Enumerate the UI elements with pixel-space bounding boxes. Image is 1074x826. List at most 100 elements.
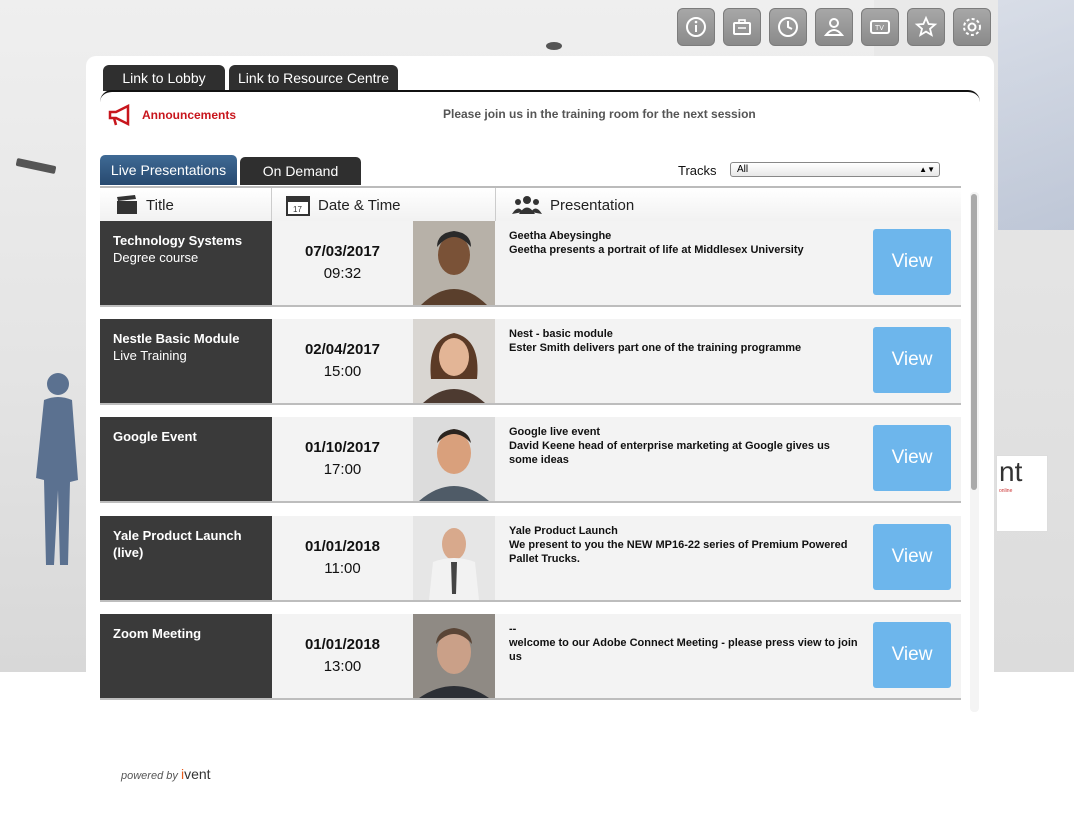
ceiling-light bbox=[546, 42, 562, 50]
session-datetime: 02/04/2017 15:00 bbox=[272, 319, 413, 403]
announcements-label: Announcements bbox=[142, 108, 237, 122]
announcements: Announcements bbox=[108, 104, 236, 126]
scrollbar-thumb[interactable] bbox=[971, 194, 977, 490]
session-datetime: 01/01/2018 13:00 bbox=[272, 614, 413, 698]
session-title-cell: Nestle Basic Module Live Training bbox=[100, 319, 272, 403]
session-date: 01/01/2018 bbox=[304, 538, 381, 555]
session-title: Google Event bbox=[113, 429, 197, 444]
column-datetime: 17 Date & Time bbox=[272, 188, 496, 222]
user-icon bbox=[823, 18, 845, 36]
presentation-description: We present to you the NEW MP16-22 series… bbox=[509, 539, 848, 565]
session-time: 11:00 bbox=[324, 560, 361, 577]
session-date: 02/04/2017 bbox=[304, 341, 381, 358]
presenter-photo bbox=[413, 516, 495, 600]
column-presentation: Presentation bbox=[496, 188, 961, 222]
tv-icon: TV bbox=[870, 20, 890, 34]
column-presentation-label: Presentation bbox=[550, 196, 635, 214]
briefcase-icon bbox=[733, 19, 751, 35]
table-row: Yale Product Launch (live) 01/01/2018 11… bbox=[100, 516, 961, 602]
table-row: Google Event 01/10/2017 17:00 Google liv… bbox=[100, 417, 961, 503]
session-title-cell: Zoom Meeting bbox=[100, 614, 272, 698]
column-title: Title bbox=[100, 188, 272, 222]
view-button[interactable]: View bbox=[873, 425, 951, 491]
session-subtitle: Live Training bbox=[113, 348, 187, 363]
session-datetime: 07/03/2017 09:32 bbox=[272, 221, 413, 305]
tab-link-to-lobby[interactable]: Link to Lobby bbox=[103, 65, 225, 91]
profile-button[interactable] bbox=[815, 8, 853, 46]
clapperboard-icon bbox=[117, 195, 137, 214]
background-screen bbox=[998, 0, 1074, 230]
top-toolbar: TV bbox=[677, 8, 991, 46]
background-sign: nt online bbox=[996, 455, 1048, 532]
session-time: 15:00 bbox=[323, 363, 362, 380]
session-title: Zoom Meeting bbox=[113, 626, 202, 641]
presentation-info: Yale Product Launch We present to you th… bbox=[495, 516, 961, 600]
tab-on-demand[interactable]: On Demand bbox=[240, 157, 361, 185]
brand-name: ivent bbox=[181, 766, 211, 782]
session-date: 07/03/2017 bbox=[304, 243, 381, 260]
presentation-description: David Keene head of enterprise marketing… bbox=[509, 440, 830, 466]
session-time: 13:00 bbox=[323, 658, 362, 675]
star-icon bbox=[914, 15, 938, 37]
view-button[interactable]: View bbox=[873, 524, 951, 590]
clock-icon bbox=[778, 17, 798, 37]
column-title-label: Title bbox=[146, 196, 174, 214]
column-datetime-label: Date & Time bbox=[318, 196, 401, 214]
presentation-info: Geetha Abeysinghe Geetha presents a port… bbox=[495, 221, 961, 305]
view-button[interactable]: View bbox=[873, 327, 951, 393]
session-title: Nestle Basic Module bbox=[113, 331, 240, 346]
table-row: Technology Systems Degree course 07/03/2… bbox=[100, 221, 961, 307]
presenter-photo bbox=[413, 319, 495, 403]
tracks-select[interactable]: All ▲▼ bbox=[730, 162, 940, 177]
session-time: 17:00 bbox=[323, 461, 362, 478]
people-icon bbox=[512, 196, 542, 214]
tab-link-to-resource-centre[interactable]: Link to Resource Centre bbox=[229, 65, 398, 91]
table-row: Nestle Basic Module Live Training 02/04/… bbox=[100, 319, 961, 405]
gear-icon bbox=[963, 18, 981, 36]
megaphone-icon bbox=[108, 104, 130, 126]
session-date: 01/01/2018 bbox=[304, 636, 381, 653]
calendar-day: 17 bbox=[293, 205, 302, 214]
table-header: Title 17 Date & Time Presentation bbox=[100, 186, 961, 223]
divider bbox=[100, 90, 980, 102]
presentation-info: -- welcome to our Adobe Connect Meeting … bbox=[495, 614, 961, 698]
settings-button[interactable] bbox=[953, 8, 991, 46]
presentation-description: Geetha presents a portrait of life at Mi… bbox=[509, 244, 804, 256]
info-button[interactable] bbox=[677, 8, 715, 46]
session-time: 09:32 bbox=[323, 265, 362, 282]
chevron-updown-icon: ▲▼ bbox=[919, 165, 935, 174]
person-silhouette bbox=[36, 373, 78, 565]
tracks-selected-value: All bbox=[737, 164, 749, 175]
session-title-cell: Yale Product Launch (live) bbox=[100, 516, 272, 600]
info-icon bbox=[686, 17, 706, 37]
session-date: 01/10/2017 bbox=[304, 439, 381, 456]
view-button[interactable]: View bbox=[873, 622, 951, 688]
presenter-photo bbox=[413, 614, 495, 698]
brand-rest: vent bbox=[184, 766, 211, 782]
scrollbar[interactable] bbox=[970, 192, 979, 712]
powered-by-text: powered by bbox=[121, 770, 178, 782]
session-title: Yale Product Launch (live) bbox=[113, 528, 242, 560]
clock-button[interactable] bbox=[769, 8, 807, 46]
table-row: Zoom Meeting 01/01/2018 13:00 -- welcome… bbox=[100, 614, 961, 700]
session-title-cell: Technology Systems Degree course bbox=[100, 221, 272, 305]
briefcase-button[interactable] bbox=[723, 8, 761, 46]
favorites-button[interactable] bbox=[907, 8, 945, 46]
presentation-description: welcome to our Adobe Connect Meeting - p… bbox=[509, 637, 858, 663]
session-datetime: 01/01/2018 11:00 bbox=[272, 516, 413, 600]
session-title-cell: Google Event bbox=[100, 417, 272, 501]
session-datetime: 01/10/2017 17:00 bbox=[272, 417, 413, 501]
tv-button[interactable]: TV bbox=[861, 8, 899, 46]
presentation-info: Nest - basic module Ester Smith delivers… bbox=[495, 319, 961, 403]
presenter-photo bbox=[413, 417, 495, 501]
presenter-photo bbox=[413, 221, 495, 305]
calendar-icon: 17 bbox=[286, 196, 310, 216]
view-button[interactable]: View bbox=[873, 229, 951, 295]
tab-live-presentations[interactable]: Live Presentations bbox=[100, 155, 237, 185]
session-subtitle: Degree course bbox=[113, 250, 199, 265]
presentation-description: Ester Smith delivers part one of the tra… bbox=[509, 342, 802, 354]
presentation-info: Google live event David Keene head of en… bbox=[495, 417, 961, 501]
svg-text:TV: TV bbox=[875, 25, 884, 32]
powered-by-logo: powered by ivent bbox=[121, 766, 211, 782]
announcement-message: Please join us in the training room for … bbox=[443, 107, 756, 121]
